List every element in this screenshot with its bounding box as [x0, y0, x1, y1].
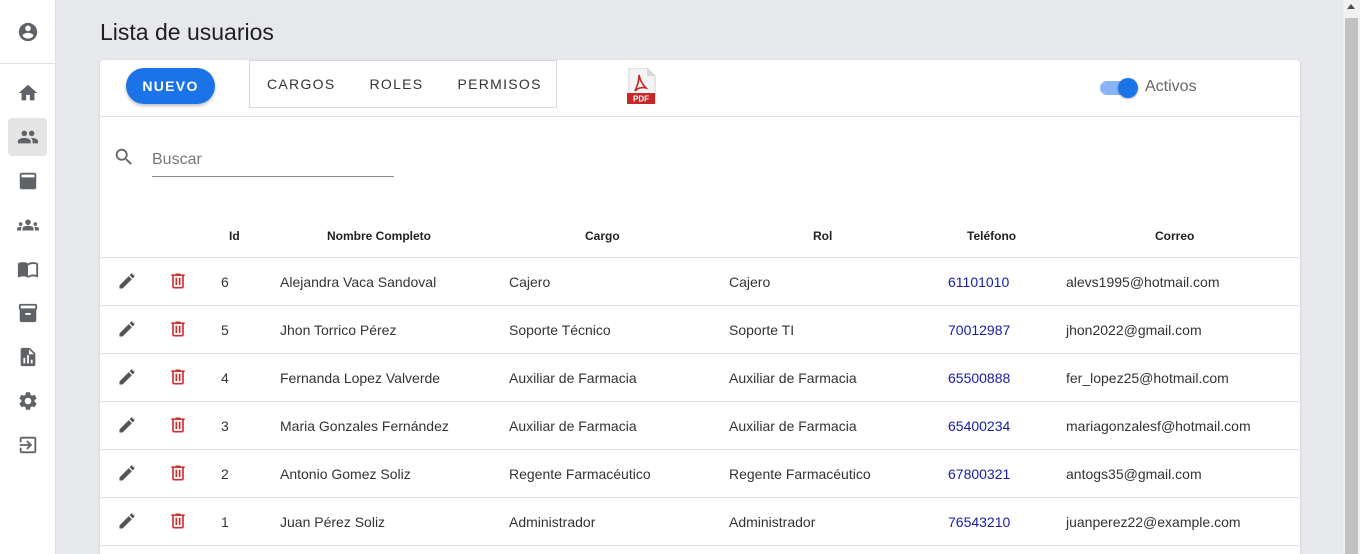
edit-icon[interactable]: [117, 367, 137, 387]
cell-rol: Auxiliar de Farmacia: [729, 370, 857, 386]
cell-telefono: 61101010: [948, 274, 1010, 290]
cell-telefono: 65400234: [948, 418, 1011, 434]
edit-icon[interactable]: [117, 511, 137, 531]
cell-cargo: Soporte Técnico: [509, 322, 611, 338]
table-row[interactable]: 6 Alejandra Vaca Sandoval Cajero Cajero 6110…: [100, 258, 1300, 306]
vertical-scrollbar[interactable]: [1343, 0, 1360, 554]
cell-correo: jhon2022@gmail.com: [1066, 322, 1202, 338]
cell-telefono: 70012987: [948, 322, 1011, 338]
sidebar: [0, 0, 56, 554]
active-toggle-label: Activos: [1145, 78, 1197, 95]
search-input[interactable]: [152, 144, 394, 177]
cell-rol: Cajero: [729, 274, 771, 290]
roles-button[interactable]: ROLES: [352, 61, 440, 107]
toolbar: NUEVO CARGOS ROLES PERMISOS PDF Activos: [100, 60, 1300, 117]
edit-icon[interactable]: [117, 415, 137, 435]
pdf-export-icon[interactable]: PDF: [627, 68, 657, 104]
edit-icon[interactable]: [117, 271, 137, 291]
search-icon: [113, 146, 135, 168]
cargos-button[interactable]: CARGOS: [250, 61, 352, 107]
sidebar-divider: [0, 63, 55, 64]
gear-icon[interactable]: [8, 382, 47, 420]
cell-name: Alejandra Vaca Sandoval: [280, 274, 437, 290]
page-title: Lista de usuarios: [100, 19, 274, 45]
report-icon[interactable]: [8, 338, 47, 376]
cell-id: 3: [221, 418, 229, 434]
archive-icon[interactable]: [8, 294, 47, 332]
scroll-thumb[interactable]: [1345, 18, 1358, 554]
cell-cargo: Administrador: [509, 514, 596, 530]
cell-telefono: 76543210: [948, 514, 1011, 530]
permisos-button[interactable]: PERMISOS: [440, 61, 558, 107]
table-row[interactable]: 4 Fernanda Lopez Valverde Auxiliar de Farm…: [100, 354, 1300, 402]
table-row[interactable]: 3 Maria Gonzales Fernández Auxiliar de Far…: [100, 402, 1300, 450]
cell-correo: mariagonzalesf@hotmail.com: [1066, 418, 1251, 434]
pdf-label: PDF: [633, 95, 649, 104]
header-rol[interactable]: Rol: [813, 229, 832, 243]
cell-id: 5: [221, 322, 229, 338]
trash-icon[interactable]: [168, 511, 188, 531]
cell-name: Fernanda Lopez Valverde: [280, 370, 441, 386]
table-row[interactable]: 5 Jhon Torrico Pérez Soporte Técnico Soport…: [100, 306, 1300, 354]
cell-rol: Auxiliar de Farmacia: [729, 418, 857, 434]
cell-cargo: Auxiliar de Farmacia: [509, 418, 637, 434]
cell-name: Maria Gonzales Fernández: [280, 418, 449, 434]
header-id[interactable]: Id: [229, 229, 240, 243]
cell-cargo: Auxiliar de Farmacia: [509, 370, 637, 386]
cell-id: 4: [221, 370, 229, 386]
cell-name: Juan Pérez Soliz: [280, 514, 386, 530]
logout-icon[interactable]: [8, 426, 47, 464]
cell-correo: alevs1995@hotmail.com: [1066, 274, 1220, 290]
cell-name: Antonio Gomez Soliz: [280, 466, 411, 482]
active-toggle[interactable]: [1100, 78, 1138, 98]
header-cargo[interactable]: Cargo: [585, 229, 620, 243]
cell-id: 2: [221, 466, 229, 482]
cell-correo: fer_lopez25@hotmail.com: [1066, 370, 1229, 386]
toggle-knob: [1118, 78, 1138, 98]
menu-book-icon[interactable]: [8, 250, 47, 288]
edit-icon[interactable]: [117, 319, 137, 339]
cell-cargo: Cajero: [509, 274, 551, 290]
table-row[interactable]: 1 Juan Pérez Soliz Administrador Administra…: [100, 498, 1300, 546]
cell-id: 6: [221, 274, 229, 290]
table-row[interactable]: 2 Antonio Gomez Soliz Regente Farmacéutico…: [100, 450, 1300, 498]
scroll-up-arrow-icon[interactable]: [1347, 4, 1355, 9]
account-circle-icon[interactable]: [8, 13, 47, 51]
inbox-icon[interactable]: [8, 162, 47, 200]
header-correo[interactable]: Correo: [1155, 229, 1194, 243]
trash-icon[interactable]: [168, 271, 188, 291]
cell-telefono: 67800321: [948, 466, 1011, 482]
trash-icon[interactable]: [168, 319, 188, 339]
edit-icon[interactable]: [117, 463, 137, 483]
header-telefono[interactable]: Teléfono: [967, 229, 1016, 243]
management-button-group: CARGOS ROLES PERMISOS: [249, 60, 557, 108]
cell-id: 1: [221, 514, 229, 530]
cell-name: Jhon Torrico Pérez: [280, 322, 397, 338]
new-user-button[interactable]: NUEVO: [126, 68, 215, 104]
cell-correo: juanperez22@example.com: [1066, 514, 1241, 530]
users-card: NUEVO CARGOS ROLES PERMISOS PDF Activos …: [100, 60, 1300, 554]
header-name[interactable]: Nombre Completo: [327, 229, 431, 243]
trash-icon[interactable]: [168, 415, 188, 435]
home-icon[interactable]: [8, 74, 47, 112]
groups-icon[interactable]: [8, 206, 47, 244]
cell-telefono: 65500888: [948, 370, 1011, 386]
trash-icon[interactable]: [168, 367, 188, 387]
people-icon[interactable]: [8, 118, 47, 156]
table-header: Id Nombre Completo Cargo Rol Teléfono Co…: [100, 212, 1300, 258]
trash-icon[interactable]: [168, 463, 188, 483]
cell-correo: antogs35@gmail.com: [1066, 466, 1202, 482]
cell-cargo: Regente Farmacéutico: [509, 466, 651, 482]
cell-rol: Regente Farmacéutico: [729, 466, 871, 482]
cell-rol: Administrador: [729, 514, 816, 530]
cell-rol: Soporte TI: [729, 322, 795, 338]
